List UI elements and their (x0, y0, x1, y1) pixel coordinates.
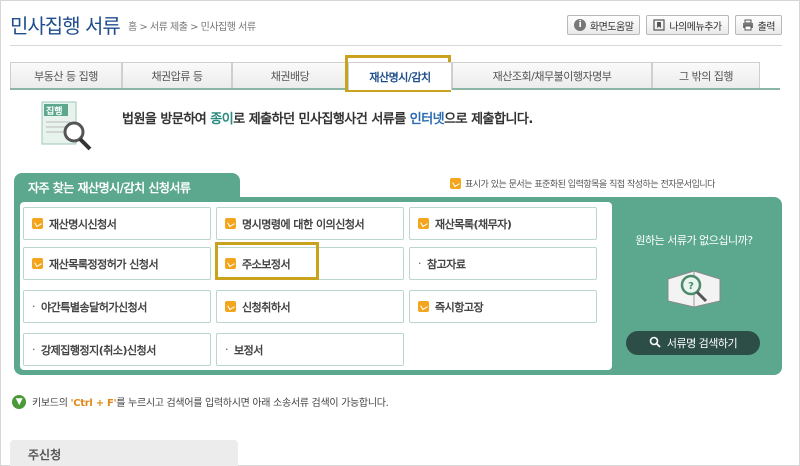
svg-text:?: ? (688, 281, 694, 292)
doc-reference[interactable]: · 참고자료 (409, 247, 597, 280)
search-icon (649, 336, 661, 351)
intro-internet: 인터넷 (409, 112, 445, 127)
search-button-label: 서류명 검색하기 (666, 337, 738, 350)
doc-property-list-debtor[interactable]: 재산목록(채무자) (409, 207, 597, 240)
hint-text: 키보드의 'Ctrl + F'를 누르시고 검색어를 입력하시면 아래 소송서류… (32, 394, 389, 409)
doc-label: 재산목록(채무자) (435, 217, 512, 231)
toolbar: i 화면도움말 나의메뉴추가 출력 (566, 15, 782, 35)
doc-label: 즉시항고장 (435, 300, 484, 314)
intro-part1: 법원을 방문하여 (122, 112, 211, 127)
tab-property-inquiry[interactable]: 재산조회/채무불이행자명부 (452, 62, 652, 88)
add-my-menu-label: 나의메뉴추가 (669, 21, 722, 33)
doc-property-list-correction[interactable]: 재산목록정정허가 신청서 (23, 247, 211, 280)
intro-part2: 로 제출하던 민사집행사건 서류를 (233, 112, 410, 127)
bullet: · (418, 257, 422, 270)
bullet: · (32, 343, 36, 356)
doc-withdrawal[interactable]: 신청취하서 (216, 290, 404, 323)
bookmark-icon (653, 19, 665, 31)
info-icon: i (573, 19, 586, 31)
doc-enforcement-stay[interactable]: · 강제집행정지(취소)신청서 (23, 333, 211, 366)
bullet: · (225, 343, 229, 356)
e-document-icon (450, 178, 461, 189)
bullet: · (32, 300, 36, 313)
e-document-icon (225, 218, 236, 229)
doc-correction[interactable]: · 보정서 (216, 333, 404, 366)
download-arrow-icon: ▼ (12, 394, 26, 409)
print-button[interactable]: 출력 (734, 15, 782, 35)
book-search-icon: ? (664, 265, 724, 309)
tab-real-estate[interactable]: 부동산 등 집행 (10, 62, 122, 88)
doc-label: 재산명시신청서 (49, 217, 117, 231)
e-document-icon (418, 218, 429, 229)
e-document-icon (32, 258, 43, 269)
execution-icon-label: 집행 (46, 107, 63, 117)
e-document-icon (225, 301, 236, 312)
hint-prefix: 키보드의 (32, 398, 71, 409)
tab-claim-distribution[interactable]: 채권배당 (232, 62, 348, 88)
print-label: 출력 (757, 21, 776, 33)
doc-property-disclosure-request[interactable]: 재산명시신청서 (23, 207, 211, 240)
doc-label: 보정서 (234, 343, 263, 357)
intro-text: 법원을 방문하여 종이로 제출하던 민사집행사건 서류를 인터넷으로 제출합니다… (122, 108, 533, 127)
hint-suffix: 를 누르시고 검색어를 입력하시면 아래 소송서류 검색이 가능합니다. (116, 398, 389, 409)
document-category-tabs: 부동산 등 집행 채권압류 등 채권배당 재산명시/감치 재산조회/채무불이행자… (10, 62, 780, 90)
doc-label: 명시명령에 대한 이의신청서 (242, 217, 365, 231)
no-document-question: 원하는 서류가 없으십니까? (635, 234, 753, 247)
frequent-docs-panel: 재산명시신청서 명시명령에 대한 이의신청서 재산목록(채무자) 재산목록정정허… (14, 197, 782, 375)
doc-night-special-delivery[interactable]: · 야간특별송달허가신청서 (23, 290, 211, 323)
bottom-section-label: 주신청 (28, 448, 62, 462)
doc-label: 주소보정서 (242, 257, 291, 271)
e-document-icon (225, 258, 236, 269)
e-document-icon (418, 301, 429, 312)
document-grid: 재산명시신청서 명시명령에 대한 이의신청서 재산목록(채무자) 재산목록정정허… (20, 202, 612, 370)
help-label: 화면도움말 (589, 21, 634, 33)
printer-icon (742, 19, 754, 31)
breadcrumb: 홈 > 서류 제출 > 민사집행 서류 (128, 22, 256, 33)
doc-label: 강제집행정지(취소)신청서 (41, 343, 156, 357)
help-button[interactable]: i 화면도움말 (566, 15, 641, 35)
add-my-menu-button[interactable]: 나의메뉴추가 (646, 15, 729, 35)
e-document-note-text: 표시가 있는 문서는 표준화된 입력항목을 직접 작성하는 전자문서입니다 (465, 180, 715, 190)
document-search-button[interactable]: 서류명 검색하기 (626, 331, 760, 355)
doc-disclosure-objection[interactable]: 명시명령에 대한 이의신청서 (216, 207, 404, 240)
tab-claim-seizure[interactable]: 채권압류 등 (122, 62, 232, 88)
doc-label: 야간특별송달허가신청서 (41, 300, 147, 314)
document-search-side: 원하는 서류가 없으십니까? ? 서류명 검색하기 (612, 202, 776, 370)
e-document-icon (32, 218, 43, 229)
doc-immediate-appeal[interactable]: 즉시항고장 (409, 290, 597, 323)
doc-label: 참고자료 (427, 257, 466, 271)
execution-magnifier-icon: 집행 (40, 100, 94, 152)
intro-part3: 으로 제출합니다. (444, 112, 533, 127)
doc-label: 재산목록정정허가 신청서 (49, 257, 159, 271)
keyboard-hint: ▼ 키보드의 'Ctrl + F'를 누르시고 검색어를 입력하시면 아래 소송… (12, 394, 389, 409)
header-divider (10, 45, 782, 46)
page-title: 민사집행 서류 (10, 14, 121, 38)
e-document-note: 표시가 있는 문서는 표준화된 입력항목을 직접 작성하는 전자문서입니다 (450, 177, 715, 190)
tab-property-disclosure[interactable]: 재산명시/감치 (348, 62, 452, 90)
intro-paper: 종이 (210, 112, 234, 127)
doc-label: 신청취하서 (242, 300, 291, 314)
doc-address-correction[interactable]: 주소보정서 (216, 247, 404, 280)
hint-key: 'Ctrl + F' (70, 398, 117, 409)
tab-other-execution[interactable]: 그 밖의 집행 (652, 62, 760, 88)
